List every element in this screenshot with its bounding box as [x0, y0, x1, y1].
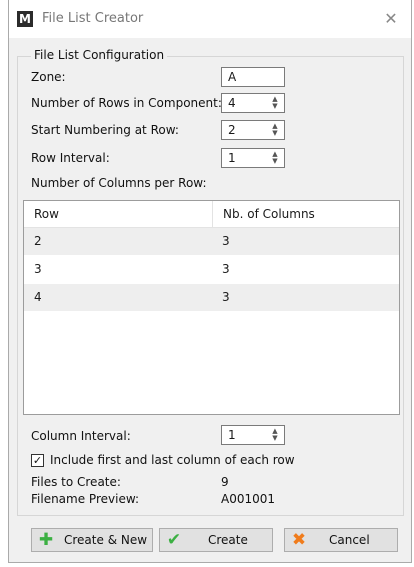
- column-header-row[interactable]: Row: [24, 201, 212, 227]
- include-first-last-checkbox[interactable]: ✓: [31, 454, 44, 467]
- cancel-label: Cancel: [329, 533, 370, 547]
- start-row-value: 2: [228, 123, 236, 137]
- table-row[interactable]: 3 3: [24, 256, 399, 284]
- create-button[interactable]: ✔ Create: [159, 528, 273, 552]
- table-row[interactable]: 4 3: [24, 284, 399, 312]
- row-interval-stepper[interactable]: 1 ▲ ▼: [221, 148, 285, 168]
- cell-row[interactable]: 4: [24, 284, 212, 311]
- rows-value: 4: [228, 96, 236, 110]
- app-logo-icon: M: [17, 11, 33, 27]
- file-list-creator-dialog: M File List Creator ✕ File List Configur…: [8, 0, 412, 563]
- title-bar: M File List Creator ✕: [9, 0, 411, 38]
- plus-icon: ✚: [38, 530, 54, 550]
- cell-row[interactable]: 2: [24, 228, 212, 255]
- table-header: Row Nb. of Columns: [24, 201, 399, 228]
- filename-preview-label: Filename Preview:: [31, 492, 140, 506]
- row-interval-label: Row Interval:: [31, 151, 110, 165]
- cell-nb-columns[interactable]: 3: [212, 228, 400, 255]
- create-and-new-button[interactable]: ✚ Create & New: [31, 528, 153, 552]
- zone-input[interactable]: A: [221, 67, 285, 87]
- spin-arrows-icon[interactable]: ▲ ▼: [270, 123, 280, 137]
- column-header-nb-columns[interactable]: Nb. of Columns: [212, 201, 400, 227]
- spin-arrows-icon[interactable]: ▲ ▼: [270, 428, 280, 442]
- row-interval-value: 1: [228, 151, 236, 165]
- filename-preview-value: A001001: [221, 492, 276, 506]
- rows-label: Number of Rows in Component:: [31, 96, 222, 110]
- check-icon: ✔: [166, 530, 182, 550]
- table-row[interactable]: 2 3: [24, 228, 399, 256]
- create-and-new-label: Create & New: [64, 533, 148, 547]
- cancel-button[interactable]: ✖ Cancel: [284, 528, 398, 552]
- cell-nb-columns[interactable]: 3: [212, 284, 400, 311]
- column-interval-label: Column Interval:: [31, 429, 131, 443]
- start-row-label: Start Numbering at Row:: [31, 123, 179, 137]
- rows-stepper[interactable]: 4 ▲ ▼: [221, 93, 285, 113]
- cancel-x-icon: ✖: [291, 530, 307, 550]
- start-row-stepper[interactable]: 2 ▲ ▼: [221, 120, 285, 140]
- zone-label: Zone:: [31, 70, 66, 84]
- group-legend: File List Configuration: [31, 48, 168, 62]
- spin-arrows-icon[interactable]: ▲ ▼: [270, 96, 280, 110]
- column-interval-value: 1: [228, 428, 236, 442]
- spin-arrows-icon[interactable]: ▲ ▼: [270, 151, 280, 165]
- close-icon[interactable]: ✕: [381, 9, 401, 29]
- cell-row[interactable]: 3: [24, 256, 212, 283]
- files-to-create-label: Files to Create:: [31, 475, 121, 489]
- files-to-create-value: 9: [221, 475, 229, 489]
- columns-table[interactable]: Row Nb. of Columns 2 3 3 3 4 3: [23, 200, 400, 415]
- window-title: File List Creator: [42, 11, 144, 26]
- column-interval-stepper[interactable]: 1 ▲ ▼: [221, 425, 285, 445]
- include-first-last-label[interactable]: Include first and last column of each ro…: [50, 453, 295, 467]
- columns-per-row-label: Number of Columns per Row:: [31, 176, 207, 190]
- create-label: Create: [208, 533, 248, 547]
- cell-nb-columns[interactable]: 3: [212, 256, 400, 283]
